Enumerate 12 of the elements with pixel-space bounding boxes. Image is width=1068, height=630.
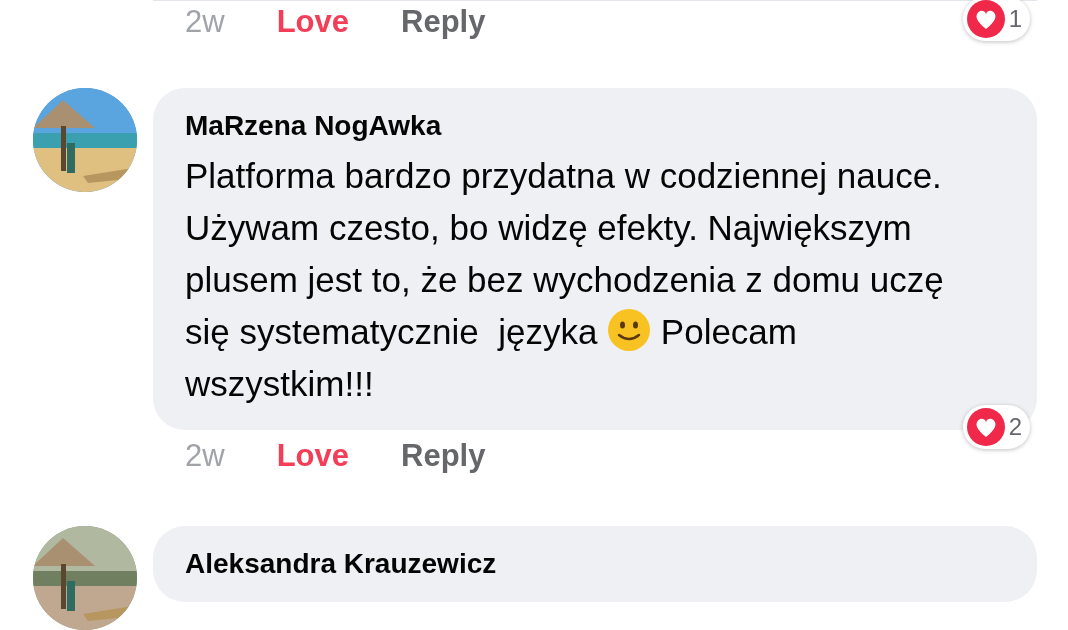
comment-time: 2w [185,4,225,41]
reply-link[interactable]: Reply [401,4,486,41]
reply-link[interactable]: Reply [401,438,486,475]
smiley-icon [607,308,652,353]
reaction-badge[interactable]: 1 [962,0,1030,41]
love-link[interactable]: Love [276,438,349,475]
comment-text: Platforma bardzo przydatna w codziennej nauce. Używam czesto, bo widzę efekty. Największym plusem jest to, że bez wychodzenia z domu uczę się systematycznie języka Polecam wszystkim!!! [185,155,945,406]
author-name[interactable]: Aleksandra Krauzewicz [185,546,1005,582]
author-name[interactable]: MaRzena NogAwka [185,108,1005,145]
heart-icon [966,0,1005,38]
comment-time: 2w [185,438,225,475]
love-link[interactable]: Love [276,4,349,41]
